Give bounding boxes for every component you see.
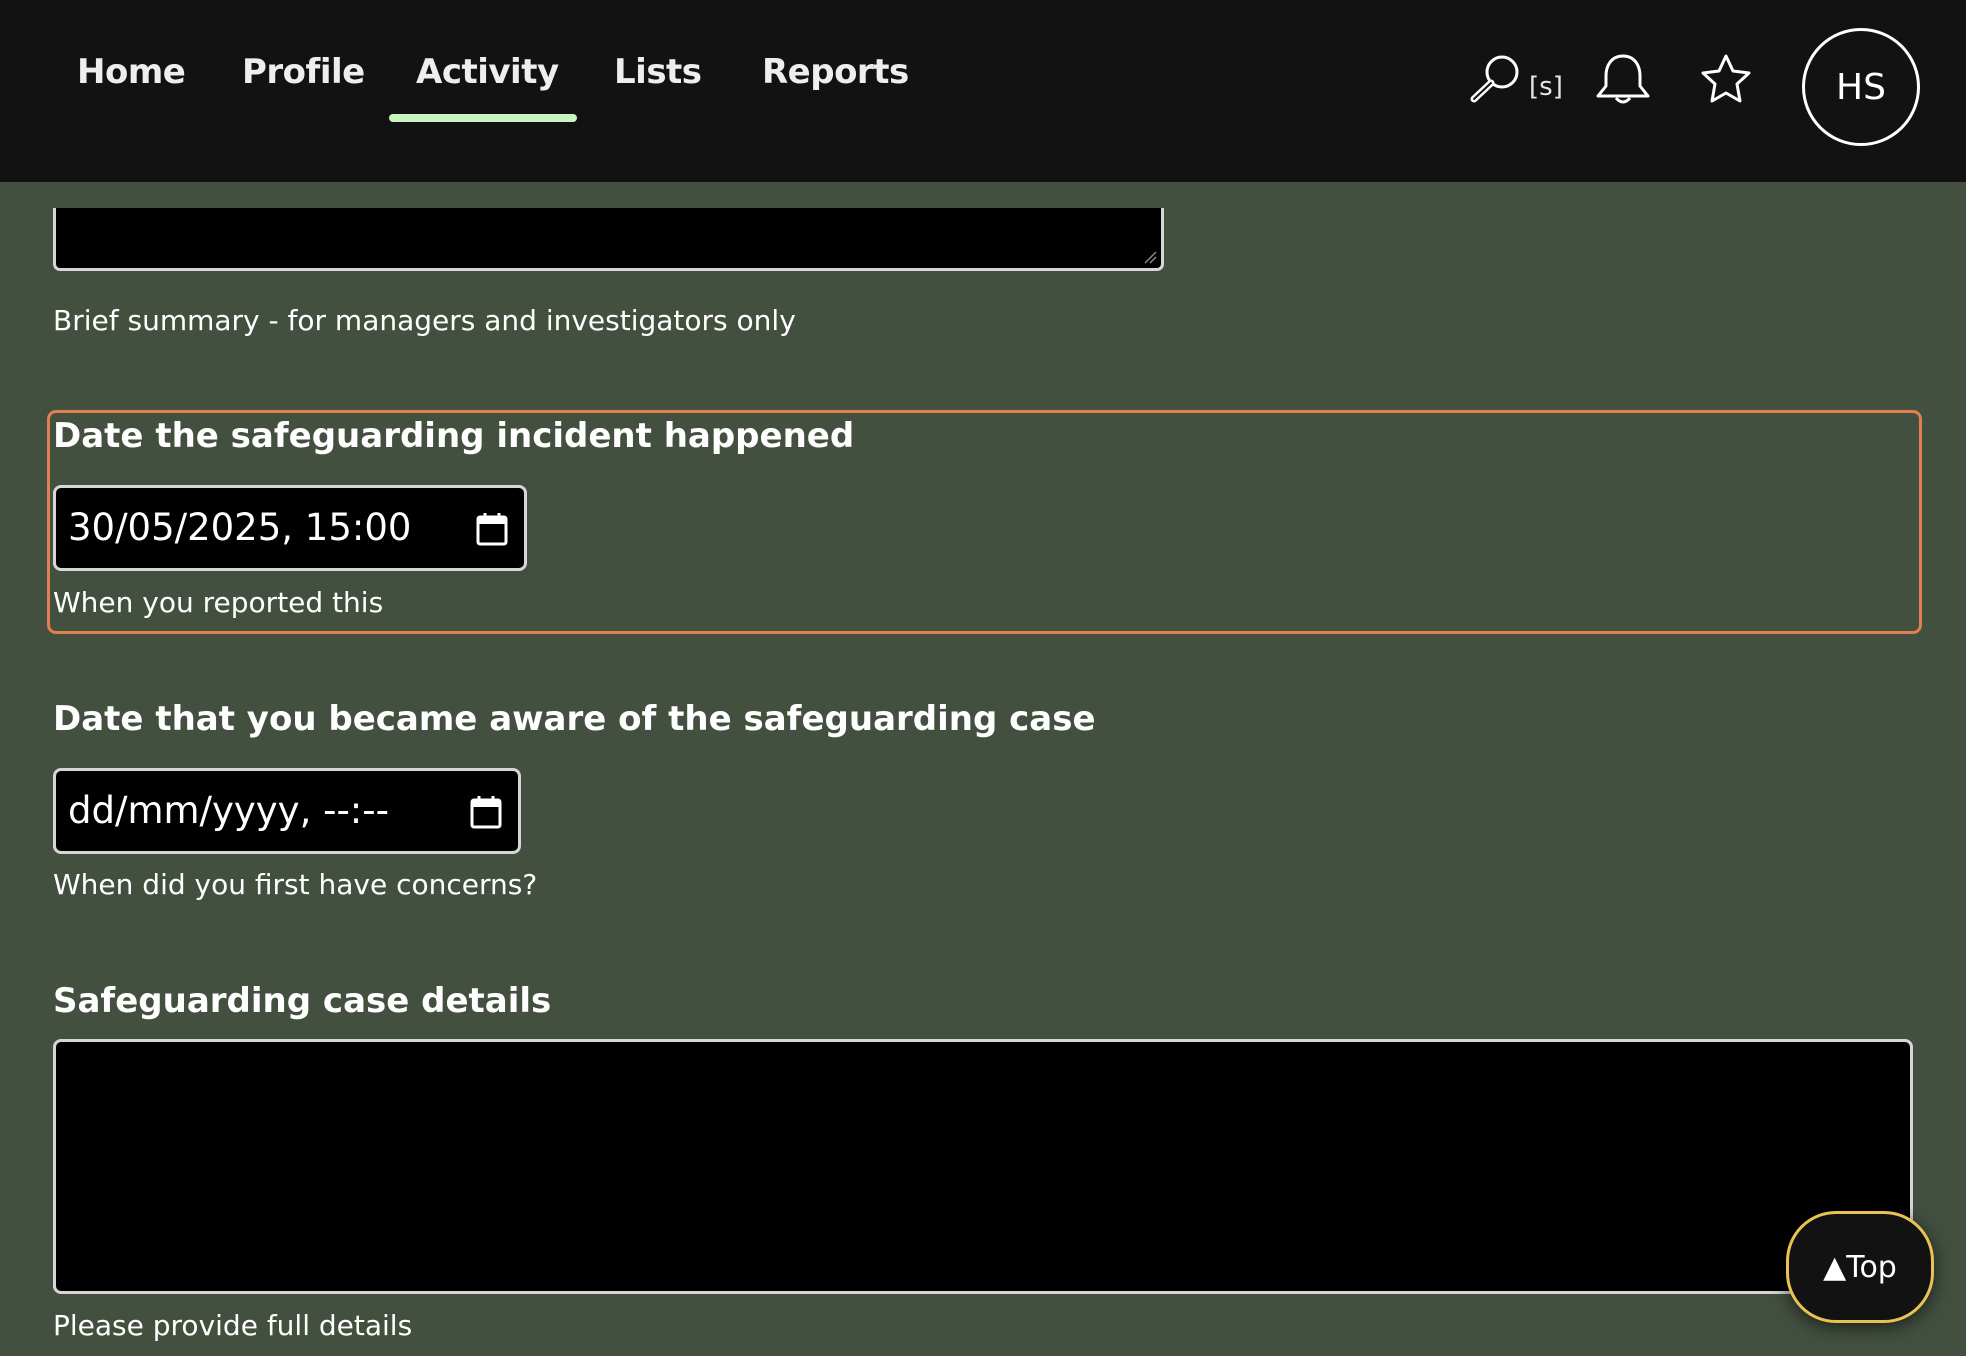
bell-icon[interactable]	[1592, 52, 1654, 106]
incident-date-input[interactable]: 30/05/2025, 15:00	[53, 485, 527, 571]
brief-summary-textarea[interactable]	[53, 208, 1164, 271]
brief-summary-help: Brief summary - for managers and investi…	[53, 304, 796, 337]
case-details-help: Please provide full details	[53, 1309, 413, 1342]
aware-date-placeholder: dd/mm/yyyy, --:--	[68, 789, 389, 832]
top-navigation-bar: Home Profile Activity Lists Reports [s] …	[0, 0, 1966, 182]
incident-date-label: Date the safeguarding incident happened	[53, 416, 855, 456]
search-shortcut-hint: [s]	[1529, 72, 1563, 102]
nav-reports[interactable]: Reports	[762, 52, 909, 92]
scroll-to-top-button[interactable]: ▲Top	[1786, 1211, 1934, 1323]
nav-lists[interactable]: Lists	[614, 52, 702, 92]
star-icon[interactable]	[1698, 52, 1754, 106]
user-avatar[interactable]: HS	[1802, 28, 1920, 146]
aware-date-input[interactable]: dd/mm/yyyy, --:--	[53, 768, 521, 854]
active-tab-indicator	[389, 114, 577, 122]
incident-date-help: When you reported this	[53, 586, 384, 619]
nav-home[interactable]: Home	[77, 52, 186, 92]
aware-date-help: When did you first have concerns?	[53, 868, 538, 901]
incident-date-value: 30/05/2025, 15:00	[68, 506, 412, 549]
nav-profile[interactable]: Profile	[242, 52, 365, 92]
calendar-icon[interactable]	[470, 795, 502, 829]
aware-date-label: Date that you became aware of the safegu…	[53, 699, 1096, 739]
nav-activity[interactable]: Activity	[416, 52, 559, 92]
resize-handle-icon[interactable]	[1143, 250, 1157, 264]
case-details-textarea[interactable]	[53, 1039, 1913, 1294]
calendar-icon[interactable]	[476, 512, 508, 546]
case-details-label: Safeguarding case details	[53, 981, 552, 1021]
search-icon[interactable]	[1468, 52, 1524, 104]
